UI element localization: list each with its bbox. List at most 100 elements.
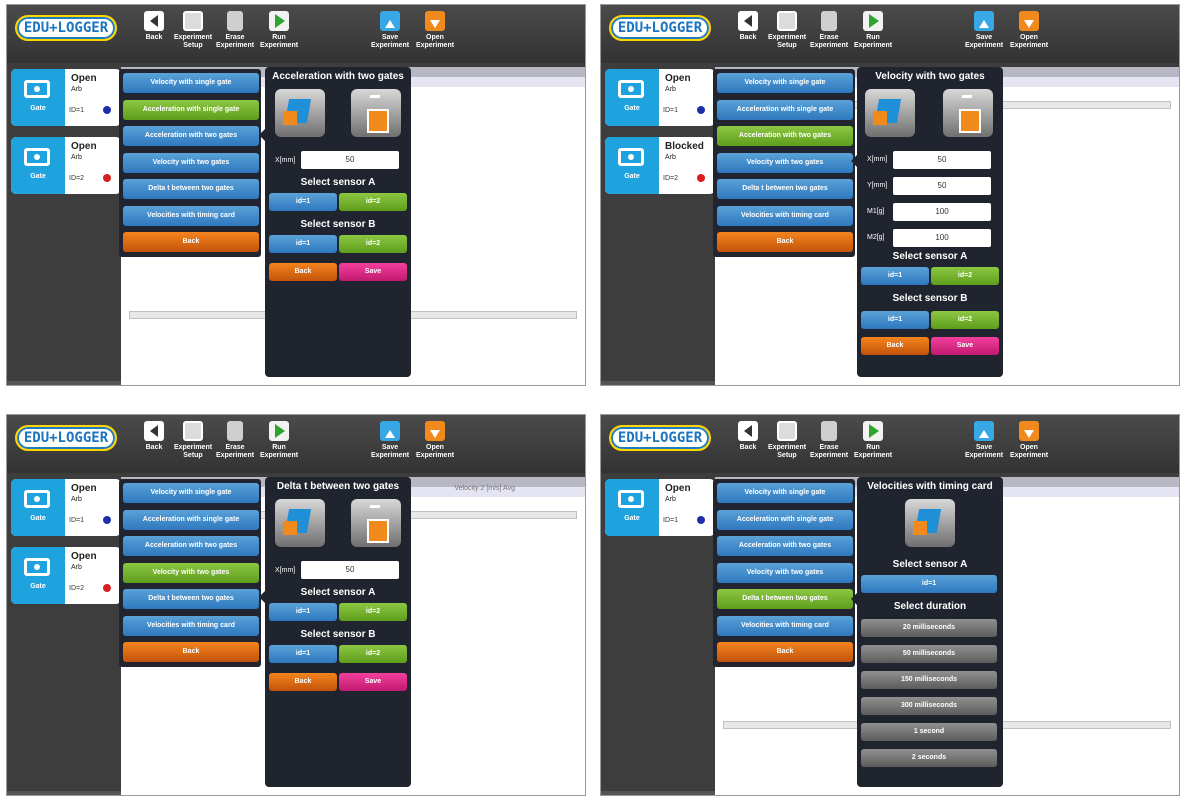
menu-item[interactable]: Velocities with timing card <box>123 205 259 226</box>
menu-item[interactable]: Velocities with timing card <box>717 205 853 226</box>
duration-option[interactable]: 20 milliseconds <box>861 619 997 637</box>
sensor-gate-tile: Gate <box>605 69 659 126</box>
y-input-val[interactable]: 50 <box>893 177 991 195</box>
menu-item[interactable]: Velocity with single gate <box>717 73 853 93</box>
dialog-title: Velocities with timing card <box>867 481 993 492</box>
dialog-pointer <box>259 129 265 141</box>
select-sensor-b-heading: Select sensor B <box>300 629 376 640</box>
duration-option[interactable]: 1 second <box>861 723 997 741</box>
menu-back-button[interactable]: Back <box>123 642 259 662</box>
sensor-led-icon <box>103 584 111 592</box>
sensor-card[interactable]: Gate Open Arb ID=2 <box>11 137 121 194</box>
dialog-back-button[interactable]: Back <box>861 337 929 355</box>
sensor-card[interactable]: Gate Open Arb ID=1 <box>11 479 121 536</box>
duration-option[interactable]: 50 milliseconds <box>861 645 997 663</box>
save-experiment-button[interactable]: Save Experiment <box>961 11 1007 50</box>
experiment-setup-button[interactable]: Experiment Setup <box>170 11 216 50</box>
sensor-card[interactable]: Gate Open Arb ID=1 <box>11 69 121 126</box>
setup-dialog: Acceleration with two gates X[mm] 50 Select… <box>265 67 411 377</box>
sensor-a-id2-button[interactable]: id=2 <box>931 267 999 285</box>
sensor-b-id2-button[interactable]: id=2 <box>339 235 407 253</box>
menu-item[interactable]: Acceleration with single gate <box>717 99 853 120</box>
dialog-back-button[interactable]: Back <box>269 673 337 691</box>
experiment-setup-button[interactable]: Experiment Setup <box>170 421 216 460</box>
sensor-b-id1-button[interactable]: id=1 <box>861 311 929 329</box>
duration-option[interactable]: 2 seconds <box>861 749 997 767</box>
menu-item[interactable]: Velocity with two gates <box>123 152 259 173</box>
menu-item[interactable]: Delta t between two gates <box>123 179 259 199</box>
dialog-back-button[interactable]: Back <box>269 263 337 281</box>
sensor-card[interactable]: Gate Open Arb ID=1 <box>605 479 715 536</box>
dialog-save-button[interactable]: Save <box>931 337 999 355</box>
x-input[interactable]: 50 <box>301 561 399 579</box>
experiment-menu: Velocity with single gate Acceleration wi… <box>713 479 855 667</box>
sensor-card[interactable]: Gate Open Arb ID=1 <box>605 69 715 126</box>
cloud-download-icon <box>1019 421 1039 441</box>
sensor-a-id2-button[interactable]: id=2 <box>339 603 407 621</box>
open-experiment-button[interactable]: Open Experiment <box>1006 421 1052 460</box>
sensor-gate-label: Gate <box>624 173 640 180</box>
sensor-a-id2-button[interactable]: id=2 <box>339 193 407 211</box>
sensor-b-id2-button[interactable]: id=2 <box>339 645 407 663</box>
sensor-a-id1-button[interactable]: id=1 <box>269 603 337 621</box>
sensor-a-id1-button[interactable]: id=1 <box>861 267 929 285</box>
menu-item[interactable]: Acceleration with single gate <box>123 509 259 530</box>
run-experiment-button[interactable]: Run Experiment <box>850 421 896 460</box>
menu-item[interactable]: Acceleration with two gates <box>717 536 853 556</box>
eye-icon <box>24 80 50 98</box>
menu-item[interactable]: Velocity with two gates <box>717 562 853 583</box>
x-input[interactable]: 50 <box>301 151 399 169</box>
duration-option[interactable]: 150 milliseconds <box>861 671 997 689</box>
duration-option[interactable]: 300 milliseconds <box>861 697 997 715</box>
menu-item[interactable]: Velocity with two gates <box>717 152 853 173</box>
save-experiment-button[interactable]: Save Experiment <box>961 421 1007 460</box>
menu-item[interactable]: Delta t between two gates <box>717 179 853 199</box>
sensor-card[interactable]: Gate Open Arb ID=2 <box>11 547 121 604</box>
sensor-id: ID=2 <box>663 175 678 182</box>
sensor-b-id2-button[interactable]: id=2 <box>931 311 999 329</box>
menu-item[interactable]: Delta t between two gates <box>123 589 259 609</box>
experiment-setup-button[interactable]: Experiment Setup <box>764 11 810 50</box>
sensor-led-icon <box>103 174 111 182</box>
dialog-save-button[interactable]: Save <box>339 263 407 281</box>
sensor-a-id1-button[interactable]: id=1 <box>269 193 337 211</box>
run-experiment-button[interactable]: Run Experiment <box>256 11 302 50</box>
eye-icon <box>24 558 50 576</box>
sensor-card[interactable]: Gate Blocked Arb ID=2 <box>605 137 715 194</box>
x-input-val[interactable]: 50 <box>893 151 991 169</box>
menu-item[interactable]: Velocity with single gate <box>123 73 259 93</box>
run-experiment-button[interactable]: Run Experiment <box>256 421 302 460</box>
experiment-setup-button[interactable]: Experiment Setup <box>764 421 810 460</box>
m1-input-val[interactable]: 100 <box>893 203 991 221</box>
erase-experiment-button[interactable]: Erase Experiment <box>212 11 258 50</box>
menu-item[interactable]: Acceleration with two gates <box>717 126 853 146</box>
sensor-b-id1-button[interactable]: id=1 <box>269 235 337 253</box>
save-experiment-button[interactable]: Save Experiment <box>367 421 413 460</box>
sensor-gate-label: Gate <box>624 515 640 522</box>
sensor-a-id1-button[interactable]: id=1 <box>861 575 997 593</box>
erase-experiment-button[interactable]: Erase Experiment <box>212 421 258 460</box>
dialog-save-button[interactable]: Save <box>339 673 407 691</box>
open-experiment-button[interactable]: Open Experiment <box>1006 11 1052 50</box>
menu-item[interactable]: Velocity with two gates <box>123 562 259 583</box>
menu-item[interactable]: Velocity with single gate <box>717 483 853 503</box>
open-experiment-button[interactable]: Open Experiment <box>412 11 458 50</box>
erase-experiment-button[interactable]: Erase Experiment <box>806 11 852 50</box>
save-experiment-button[interactable]: Save Experiment <box>367 11 413 50</box>
menu-item[interactable]: Acceleration with single gate <box>717 509 853 530</box>
menu-back-button[interactable]: Back <box>717 232 853 252</box>
menu-item[interactable]: Delta t between two gates <box>717 589 853 609</box>
m2-input-val[interactable]: 100 <box>893 229 991 247</box>
menu-back-button[interactable]: Back <box>123 232 259 252</box>
menu-item[interactable]: Acceleration with single gate <box>123 99 259 120</box>
erase-experiment-button[interactable]: Erase Experiment <box>806 421 852 460</box>
menu-item[interactable]: Acceleration with two gates <box>123 536 259 556</box>
menu-item[interactable]: Acceleration with two gates <box>123 126 259 146</box>
sensor-b-id1-button[interactable]: id=1 <box>269 645 337 663</box>
menu-item[interactable]: Velocities with timing card <box>123 615 259 636</box>
menu-back-button[interactable]: Back <box>717 642 853 662</box>
menu-item[interactable]: Velocity with single gate <box>123 483 259 503</box>
run-experiment-button[interactable]: Run Experiment <box>850 11 896 50</box>
menu-item[interactable]: Velocities with timing card <box>717 615 853 636</box>
open-experiment-button[interactable]: Open Experiment <box>412 421 458 460</box>
